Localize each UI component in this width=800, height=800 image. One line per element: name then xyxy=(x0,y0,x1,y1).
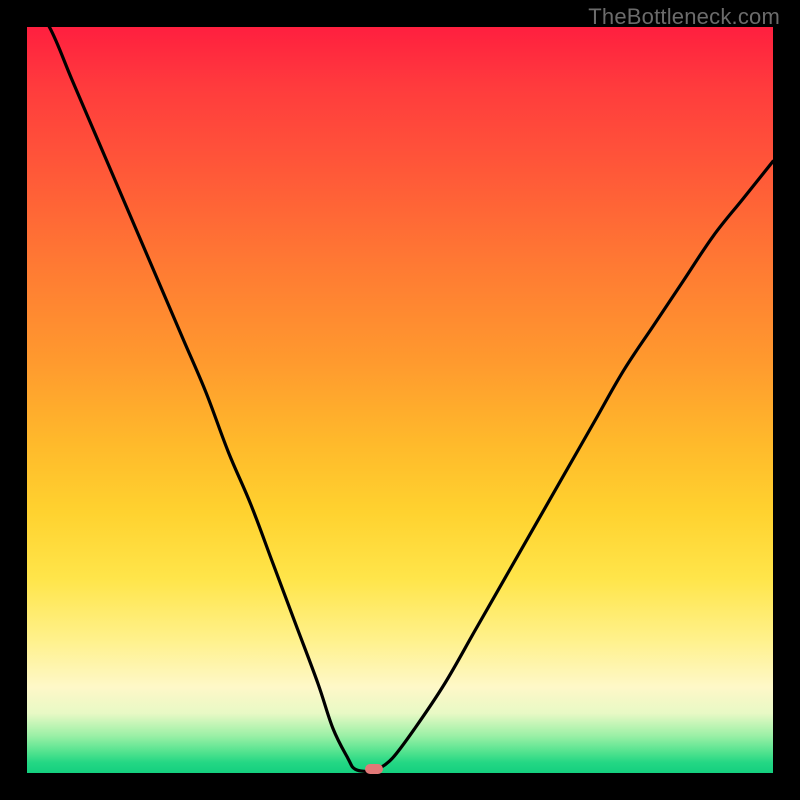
bottleneck-curve xyxy=(27,27,773,773)
optimum-marker xyxy=(365,764,383,774)
watermark-text: TheBottleneck.com xyxy=(588,4,780,30)
chart-frame: TheBottleneck.com xyxy=(0,0,800,800)
plot-area xyxy=(27,27,773,773)
